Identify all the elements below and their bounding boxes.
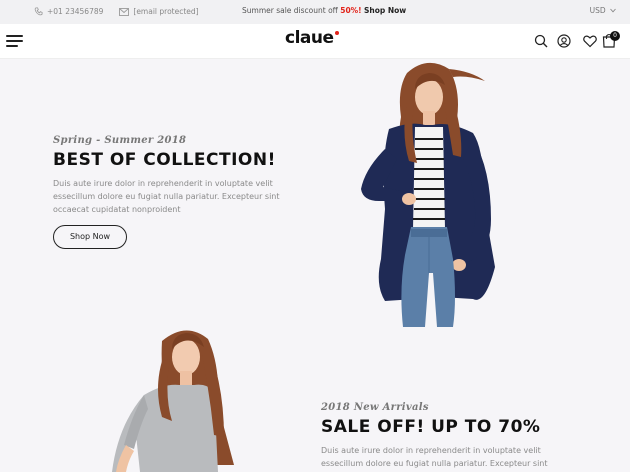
main-header: claue 0 bbox=[0, 24, 630, 59]
email-link[interactable]: [email protected] bbox=[133, 7, 198, 16]
promo-text: Summer sale discount off bbox=[242, 6, 341, 15]
shop-now-button[interactable]: Shop Now bbox=[53, 225, 127, 249]
hero1-subtitle: Spring - Summer 2018 bbox=[53, 135, 187, 146]
hero2-model-image bbox=[112, 330, 234, 472]
cart-count-badge: 0 bbox=[610, 31, 620, 41]
hero1-headline: BEST OF COLLECTION! bbox=[53, 150, 276, 170]
hero2-subtitle: 2018 New Arrivals bbox=[321, 402, 429, 413]
phone-icon bbox=[34, 7, 43, 16]
hero1-paragraph: Duis aute irure dolor in reprehenderit i… bbox=[53, 179, 280, 214]
hero1-model-image bbox=[361, 62, 495, 327]
search-icon[interactable] bbox=[533, 33, 549, 49]
account-icon[interactable] bbox=[556, 33, 572, 49]
menu-icon[interactable] bbox=[6, 35, 23, 49]
top-bar: +01 23456789 [email protected] Summer sa… bbox=[0, 0, 630, 24]
phone-number: +01 23456789 bbox=[47, 7, 104, 16]
cart-button[interactable]: 0 bbox=[600, 28, 626, 52]
mail-icon bbox=[119, 7, 130, 16]
contact-info: +01 23456789 [email protected] bbox=[34, 7, 199, 16]
promo-banner: Summer sale discount off 50%! Shop Now bbox=[242, 6, 406, 15]
promo-percent: 50%! bbox=[340, 6, 362, 15]
heart-icon[interactable] bbox=[582, 33, 598, 49]
hero2-headline: SALE OFF! UP TO 70% bbox=[321, 417, 541, 437]
currency-selector[interactable]: USD bbox=[590, 6, 616, 15]
logo[interactable]: claue bbox=[285, 28, 339, 48]
hero2-paragraph: Duis aute irure dolor in reprehenderit i… bbox=[321, 446, 548, 468]
logo-text: claue bbox=[285, 28, 334, 48]
promo-shop-link[interactable]: Shop Now bbox=[364, 6, 406, 15]
currency-value: USD bbox=[589, 6, 606, 15]
chevron-down-icon bbox=[610, 8, 616, 13]
